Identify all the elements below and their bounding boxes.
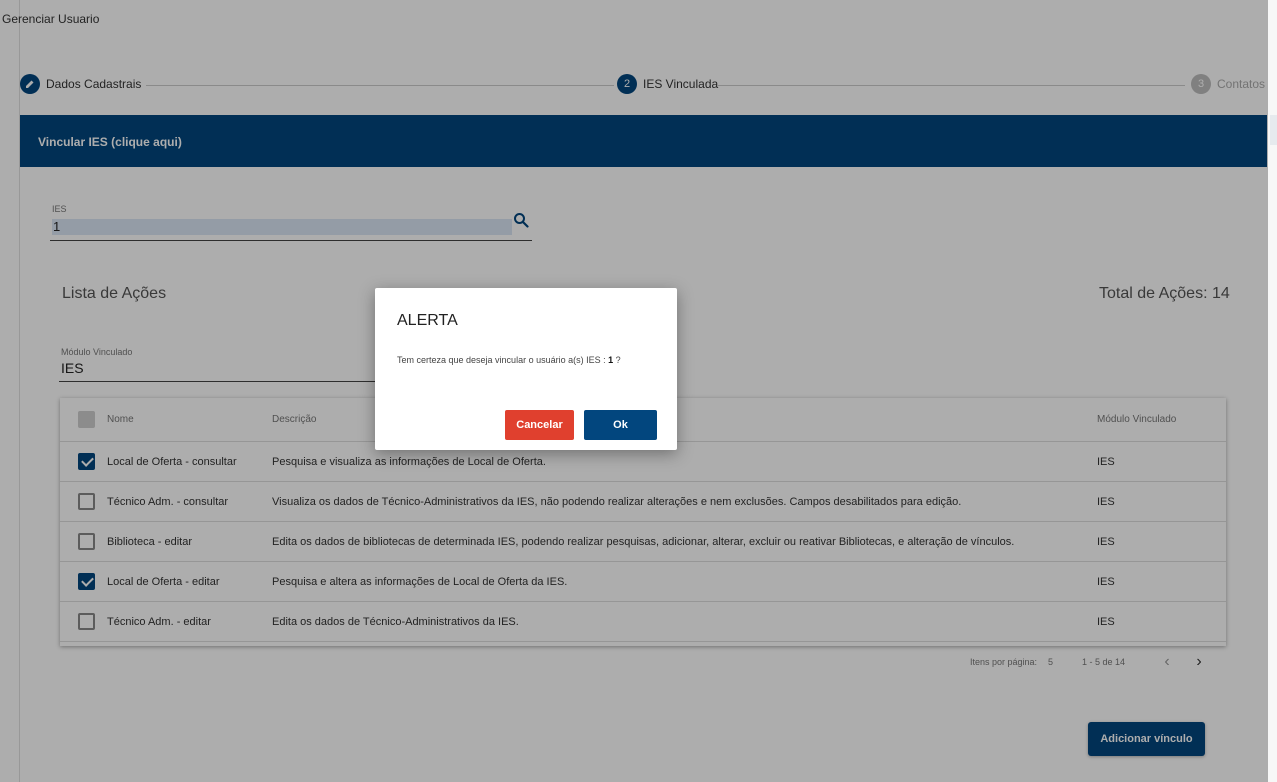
dialog-message-text: Tem certeza que deseja vincular o usuári… [397,355,609,365]
dialog-title: ALERTA [397,312,458,329]
cancel-button[interactable]: Cancelar [505,410,574,440]
ok-button[interactable]: Ok [584,410,657,440]
dialog-message: Tem certeza que deseja vincular o usuári… [397,355,621,365]
alert-dialog: ALERTA Tem certeza que deseja vincular o… [375,288,677,450]
dialog-message-suffix: ? [613,355,621,365]
backdrop-edge [1268,0,1277,782]
